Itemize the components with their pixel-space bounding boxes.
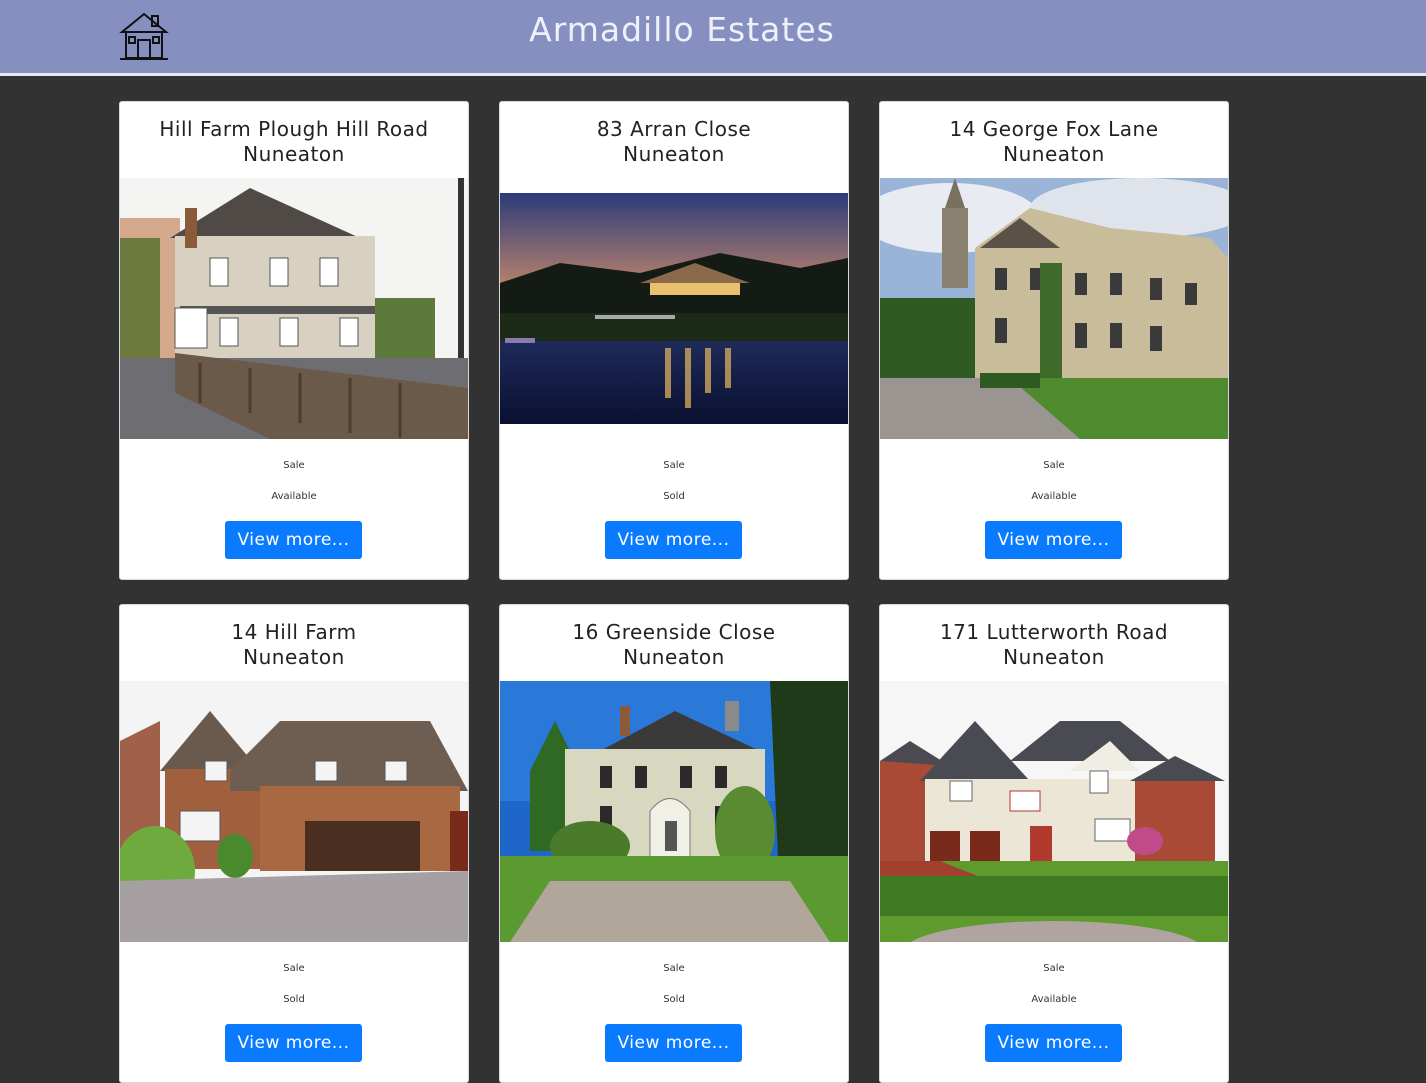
listing-address: 16 Greenside Close xyxy=(572,620,776,644)
listing-title: Hill Farm Plough Hill Road Nuneaton xyxy=(120,117,468,167)
listing-address: 14 Hill Farm xyxy=(231,620,357,644)
listing-status: Sold xyxy=(283,994,305,1005)
listing-photo xyxy=(500,681,848,942)
view-more-button[interactable]: View more... xyxy=(225,521,362,559)
view-more-button[interactable]: View more... xyxy=(985,521,1122,559)
listing-type: Sale xyxy=(1043,963,1065,974)
listing-status: Available xyxy=(1031,994,1077,1005)
listing-type: Sale xyxy=(1043,460,1065,471)
view-more-button[interactable]: View more... xyxy=(605,1024,742,1062)
view-more-button[interactable]: View more... xyxy=(225,1024,362,1062)
listing-status: Sold xyxy=(663,491,685,502)
listing-photo xyxy=(500,193,848,424)
site-title: Armadillo Estates xyxy=(529,10,835,49)
listing-photo xyxy=(880,178,1228,439)
listing-type: Sale xyxy=(663,460,685,471)
listing-town: Nuneaton xyxy=(1003,142,1105,166)
listing-type: Sale xyxy=(283,963,305,974)
listing-type: Sale xyxy=(663,963,685,974)
listing-title: 171 Lutterworth Road Nuneaton xyxy=(880,620,1228,670)
listing-town: Nuneaton xyxy=(623,645,725,669)
listing-card: 16 Greenside Close Nuneaton Sale Sold Vi… xyxy=(499,604,849,1083)
listing-town: Nuneaton xyxy=(623,142,725,166)
listing-photo xyxy=(120,178,468,439)
listing-type: Sale xyxy=(283,460,305,471)
listing-photo xyxy=(120,681,468,942)
listing-title: 16 Greenside Close Nuneaton xyxy=(500,620,848,670)
view-more-button[interactable]: View more... xyxy=(605,521,742,559)
listing-address: 171 Lutterworth Road xyxy=(939,620,1169,644)
listing-card: 14 George Fox Lane Nuneaton Sale Availab… xyxy=(879,101,1229,580)
listing-card: 14 Hill Farm Nuneaton Sale Sold View mor… xyxy=(119,604,469,1083)
listing-card: 83 Arran Close Nuneaton Sale Sold View m… xyxy=(499,101,849,580)
listing-town: Nuneaton xyxy=(1003,645,1105,669)
listing-status: Sold xyxy=(663,994,685,1005)
listing-card: Hill Farm Plough Hill Road Nuneaton Sale… xyxy=(119,101,469,580)
listing-title: 14 Hill Farm Nuneaton xyxy=(120,620,468,670)
listing-card: 171 Lutterworth Road Nuneaton Sale Avail… xyxy=(879,604,1229,1083)
listing-title: 83 Arran Close Nuneaton xyxy=(500,117,848,167)
listing-status: Available xyxy=(1031,491,1077,502)
listing-status: Available xyxy=(271,491,317,502)
listing-address: 14 George Fox Lane xyxy=(949,117,1159,141)
listing-town: Nuneaton xyxy=(243,645,345,669)
listing-address: 83 Arran Close xyxy=(596,117,752,141)
listing-title: 14 George Fox Lane Nuneaton xyxy=(880,117,1228,167)
listing-photo xyxy=(880,681,1228,942)
listing-town: Nuneaton xyxy=(243,142,345,166)
view-more-button[interactable]: View more... xyxy=(985,1024,1122,1062)
site-header: Armadillo Estates xyxy=(0,0,1426,76)
listing-address: Hill Farm Plough Hill Road xyxy=(159,117,429,141)
